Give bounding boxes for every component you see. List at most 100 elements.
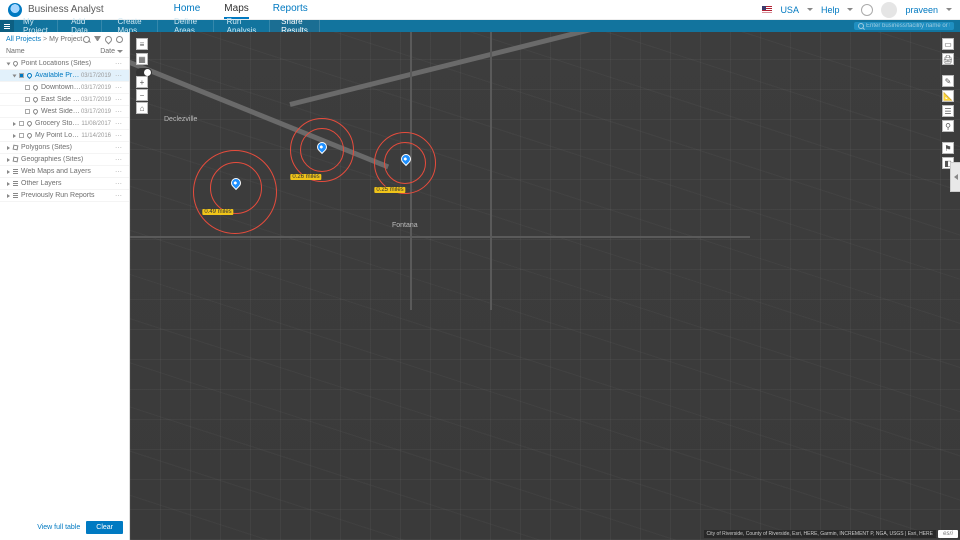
expand-icon bbox=[7, 182, 10, 186]
more-icon[interactable]: ⋯ bbox=[115, 72, 123, 80]
measure-tool[interactable]: 📐 bbox=[942, 90, 954, 102]
map-controls-top-left: ≡ ▦ bbox=[136, 38, 152, 77]
find-tool[interactable]: ⚲ bbox=[942, 120, 954, 132]
visibility-checkbox[interactable] bbox=[19, 121, 24, 126]
group-other-layers[interactable]: Other Layers ⋯ bbox=[0, 178, 129, 190]
more-icon[interactable]: ⋯ bbox=[115, 168, 123, 176]
home-extent-button[interactable]: ⌂ bbox=[136, 102, 148, 114]
neighborhood-label: Declezville bbox=[164, 116, 197, 123]
tab-share-results[interactable]: Share Results bbox=[270, 20, 320, 32]
select-tool[interactable]: ▭ bbox=[942, 38, 954, 50]
more-icon[interactable]: ⋯ bbox=[115, 156, 123, 164]
report-icon bbox=[13, 193, 18, 198]
chevron-left-icon bbox=[954, 174, 958, 180]
workspace: All Projects > My Project Name Date Poin… bbox=[0, 32, 960, 540]
search-input[interactable] bbox=[854, 22, 954, 30]
ribbon-menu-button[interactable] bbox=[0, 20, 14, 32]
topbar: Business Analyst Home Maps Reports USA H… bbox=[0, 0, 960, 20]
crumb-root[interactable]: All Projects bbox=[6, 36, 41, 43]
layer-my-point-locations[interactable]: My Point Locations 11/14/2016 ⋯ bbox=[0, 130, 129, 142]
basemap-button[interactable]: ▦ bbox=[136, 53, 148, 65]
user-avatar-icon[interactable] bbox=[881, 2, 897, 18]
layers-icon bbox=[13, 169, 18, 174]
group-prev-reports[interactable]: Previously Run Reports ⋯ bbox=[0, 190, 129, 202]
chevron-down-icon bbox=[946, 8, 952, 11]
group-geographies[interactable]: Geographies (Sites) ⋯ bbox=[0, 154, 129, 166]
distance-label: 0.49 miles bbox=[202, 209, 233, 215]
project-panel: All Projects > My Project Name Date Poin… bbox=[0, 32, 130, 540]
view-full-table-link[interactable]: View full table bbox=[37, 524, 80, 531]
map-view[interactable]: Declezville Fontana 0.49 miles 0.26 mile… bbox=[130, 32, 960, 540]
more-icon[interactable]: ⋯ bbox=[115, 192, 123, 200]
polygon-icon bbox=[13, 157, 19, 163]
layer-grocery-stores[interactable]: Grocery Stores 11/08/2017 ⋯ bbox=[0, 118, 129, 130]
panel-pin-icon[interactable] bbox=[104, 34, 114, 44]
pin-icon bbox=[32, 96, 39, 103]
user-menu[interactable]: praveen bbox=[905, 5, 938, 15]
panel-footer: View full table Clear bbox=[0, 515, 129, 540]
panel-settings-icon[interactable] bbox=[116, 36, 123, 43]
tab-my-project[interactable]: My Project bbox=[14, 20, 58, 32]
site-west[interactable]: West Side Location 03/17/2019 ⋯ bbox=[0, 106, 129, 118]
print-tool[interactable]: 🖨 bbox=[942, 53, 954, 65]
help-link[interactable]: Help bbox=[821, 5, 840, 15]
expand-icon bbox=[7, 170, 10, 174]
visibility-checkbox[interactable] bbox=[25, 109, 30, 114]
panel-toolbar bbox=[83, 36, 123, 43]
road bbox=[130, 236, 750, 238]
pin-icon bbox=[12, 60, 19, 67]
tab-add-data[interactable]: Add Data bbox=[58, 20, 102, 32]
country-picker[interactable]: USA bbox=[780, 5, 799, 15]
product-logo-icon bbox=[8, 3, 22, 17]
visibility-checkbox[interactable] bbox=[25, 85, 30, 90]
col-date[interactable]: Date bbox=[100, 48, 123, 55]
more-icon[interactable]: ⋯ bbox=[115, 84, 123, 92]
layers-button[interactable]: ≡ bbox=[136, 38, 148, 50]
group-polygons[interactable]: Polygons (Sites) ⋯ bbox=[0, 142, 129, 154]
pin-icon bbox=[32, 84, 39, 91]
topbar-right: USA Help praveen bbox=[762, 2, 952, 18]
expand-icon bbox=[7, 194, 10, 198]
zoom-in-button[interactable]: + bbox=[136, 76, 148, 88]
more-icon[interactable]: ⋯ bbox=[115, 108, 123, 116]
expand-icon bbox=[13, 134, 16, 138]
zoom-out-button[interactable]: − bbox=[136, 89, 148, 101]
site-east[interactable]: East Side Location 03/17/2019 ⋯ bbox=[0, 94, 129, 106]
city-label-fontana: Fontana bbox=[392, 222, 418, 229]
tab-define-areas[interactable]: Define Areas bbox=[158, 20, 214, 32]
more-icon[interactable]: ⋯ bbox=[115, 180, 123, 188]
breadcrumb: All Projects > My Project bbox=[0, 32, 129, 46]
more-icon[interactable]: ⋯ bbox=[115, 144, 123, 152]
country-flag-icon bbox=[762, 6, 772, 13]
legend-tool[interactable]: ☰ bbox=[942, 105, 954, 117]
layer-available-properties[interactable]: Available Properties 03/17/2019 ⋯ bbox=[0, 70, 129, 82]
distance-label: 0.25 miles bbox=[374, 187, 405, 193]
draw-tool[interactable]: ✎ bbox=[942, 75, 954, 87]
bookmark-tool[interactable]: ⚑ bbox=[942, 142, 954, 154]
panel-collapse-tab[interactable] bbox=[950, 162, 960, 192]
panel-filter-icon[interactable] bbox=[94, 36, 101, 43]
basemap bbox=[130, 32, 960, 540]
visibility-checkbox[interactable] bbox=[19, 133, 24, 138]
site-downtown[interactable]: Downtown Location 03/17/2019 ⋯ bbox=[0, 82, 129, 94]
group-web-maps[interactable]: Web Maps and Layers ⋯ bbox=[0, 166, 129, 178]
visibility-checkbox[interactable] bbox=[25, 97, 30, 102]
expand-icon bbox=[13, 122, 16, 126]
more-icon[interactable]: ⋯ bbox=[115, 132, 123, 140]
map-attribution: City of Riverside, County of Riverside, … bbox=[704, 530, 936, 538]
group-point-locations[interactable]: Point Locations (Sites) ⋯ bbox=[0, 58, 129, 70]
tab-run-analysis[interactable]: Run Analysis bbox=[214, 20, 270, 32]
workflow-ribbon: My Project Add Data Create Maps Define A… bbox=[0, 20, 960, 32]
panel-search-icon[interactable] bbox=[83, 36, 90, 43]
chevron-down-icon bbox=[847, 8, 853, 11]
notifications-icon[interactable] bbox=[861, 4, 873, 16]
clear-button[interactable]: Clear bbox=[86, 521, 123, 534]
search-icon bbox=[858, 23, 864, 29]
more-icon[interactable]: ⋯ bbox=[115, 60, 123, 68]
more-icon[interactable]: ⋯ bbox=[115, 96, 123, 104]
road bbox=[490, 32, 492, 310]
visibility-checkbox[interactable] bbox=[19, 73, 24, 78]
col-name[interactable]: Name bbox=[6, 48, 25, 55]
more-icon[interactable]: ⋯ bbox=[115, 120, 123, 128]
tab-create-maps[interactable]: Create Maps bbox=[102, 20, 158, 32]
